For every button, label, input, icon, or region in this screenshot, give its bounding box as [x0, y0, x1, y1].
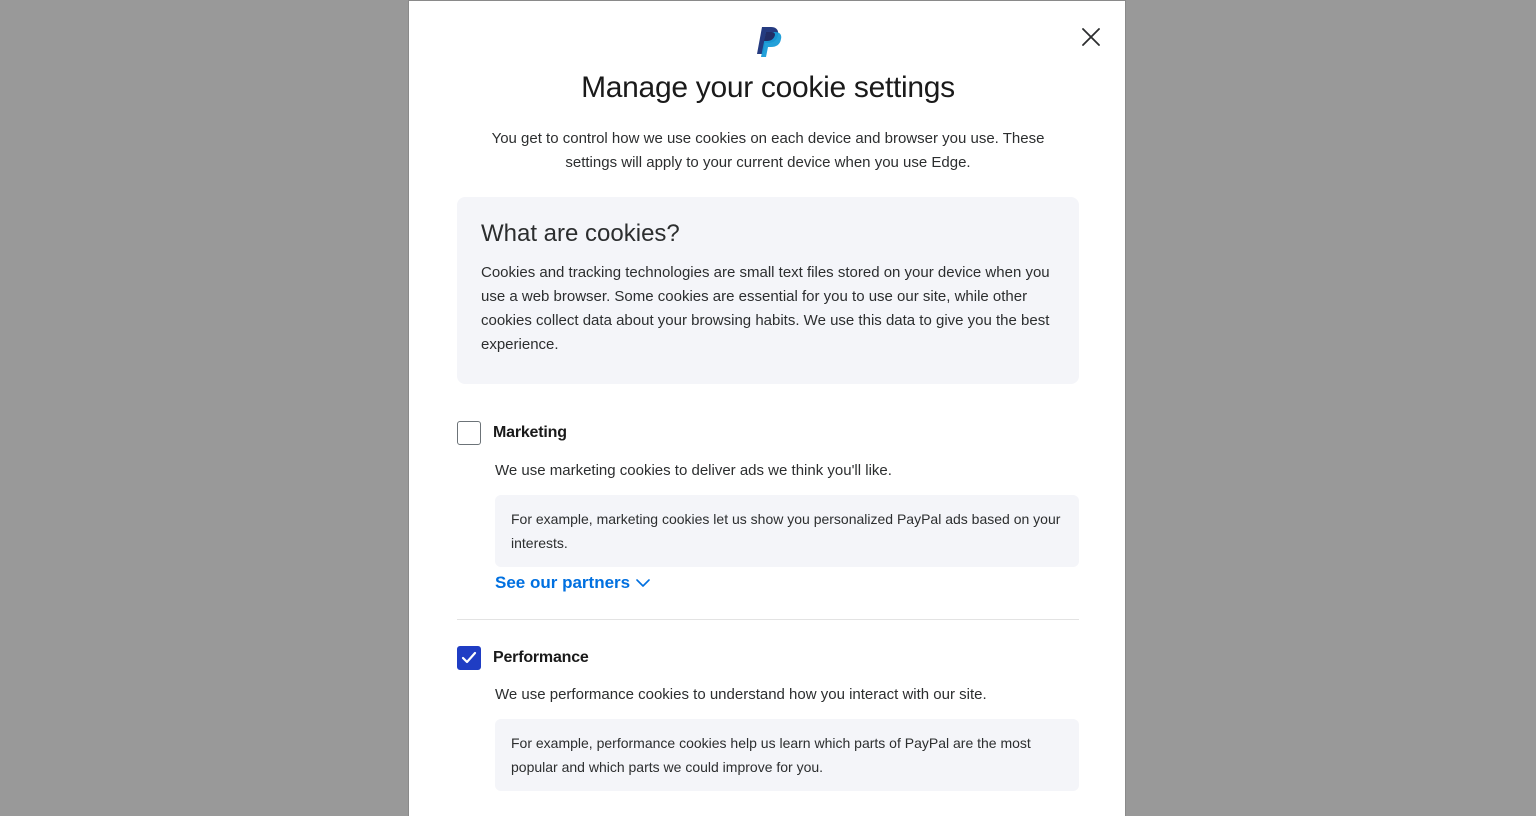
close-button[interactable]: [1077, 23, 1105, 51]
section-divider: [457, 619, 1079, 620]
see-partners-label: See our partners: [495, 573, 631, 592]
performance-checkbox[interactable]: [457, 646, 481, 670]
paypal-logo-icon: [755, 25, 783, 57]
marketing-description: We use marketing cookies to deliver ads …: [495, 462, 892, 479]
performance-label[interactable]: Performance: [493, 649, 589, 667]
cookie-settings-dialog: Manage your cookie settings You get to c…: [408, 0, 1126, 816]
dialog-title: Manage your cookie settings: [581, 71, 955, 104]
info-body: Cookies and tracking technologies are sm…: [481, 264, 1050, 353]
chevron-down-icon: [636, 579, 650, 587]
marketing-checkbox[interactable]: [457, 421, 481, 445]
dialog-intro: You get to control how we use cookies on…: [491, 130, 1045, 171]
performance-section: Performance We use performance cookies t…: [457, 646, 1079, 796]
performance-description: We use performance cookies to understand…: [495, 686, 987, 703]
info-heading: What are cookies?: [481, 220, 680, 247]
marketing-label[interactable]: Marketing: [493, 424, 567, 442]
marketing-example: For example, marketing cookies let us sh…: [495, 495, 1079, 567]
cookie-info-panel: What are cookies? Cookies and tracking t…: [457, 197, 1079, 384]
checkmark-icon: [461, 651, 477, 664]
performance-example: For example, performance cookies help us…: [495, 719, 1079, 791]
close-icon: [1082, 28, 1100, 46]
see-partners-link[interactable]: See our partners: [495, 573, 650, 593]
marketing-section: Marketing We use marketing cookies to de…: [457, 421, 1079, 621]
